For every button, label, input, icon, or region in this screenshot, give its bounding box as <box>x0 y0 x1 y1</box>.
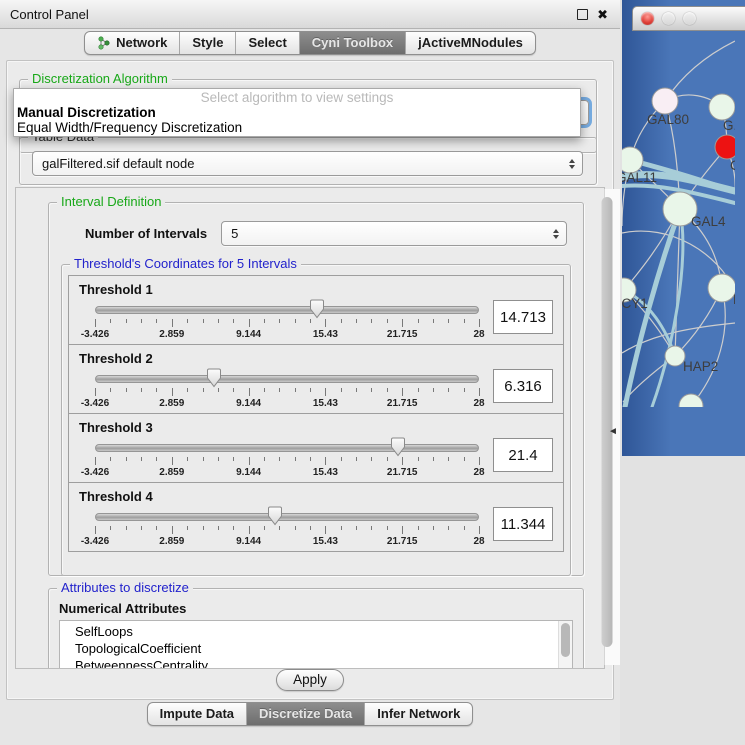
slider-ticks <box>95 526 479 535</box>
threshold-label: Threshold 4 <box>79 489 555 504</box>
minimize-traffic-light-icon[interactable] <box>662 12 675 25</box>
node-label: H <box>733 292 735 307</box>
attribute-list-item[interactable]: BetweennessCentrality <box>75 657 572 669</box>
threshold-panel: Threshold 4 -3.4262.8599.14415.4321.7152… <box>68 482 564 552</box>
slider-ticks <box>95 457 479 466</box>
attributes-group: Attributes to discretize Numerical Attri… <box>48 588 584 669</box>
threshold-panel: Threshold 2 -3.4262.8599.14415.4321.7152… <box>68 344 564 414</box>
tab-label: Network <box>116 35 167 50</box>
threshold-panel: Threshold 3 -3.4262.8599.14415.4321.7152… <box>68 413 564 483</box>
interval-definition-group: Interval Definition Number of Intervals … <box>48 202 584 576</box>
threshold-panel: Threshold 1 -3.4262.8599.14415.4321.7152… <box>68 275 564 345</box>
slider-thumb-icon[interactable] <box>268 506 283 526</box>
numerical-attributes-label: Numerical Attributes <box>59 601 583 616</box>
num-intervals-label: Number of Intervals <box>85 226 207 241</box>
slider-tick-labels: -3.4262.8599.14415.4321.71528 <box>95 398 479 410</box>
node-label: C <box>730 158 735 173</box>
network-node[interactable] <box>665 346 685 366</box>
settings-scrollpane: Interval Definition Number of Intervals … <box>15 187 605 669</box>
threshold-slider[interactable]: -3.4262.8599.14415.4321.71528 <box>95 366 479 410</box>
slider-thumb-icon[interactable] <box>207 368 222 388</box>
node-label: GCY1 <box>622 296 648 311</box>
dropdown-item-equal-width[interactable]: Equal Width/Frequency Discretization <box>14 120 580 135</box>
slider-thumb-icon[interactable] <box>391 437 406 457</box>
threshold-slider[interactable]: -3.4262.8599.14415.4321.71528 <box>95 435 479 479</box>
threshold-label: Threshold 1 <box>79 282 555 297</box>
slider-track[interactable] <box>95 513 479 521</box>
dropdown-hint: Select algorithm to view settings <box>14 89 580 105</box>
panel-title: Control Panel <box>10 7 89 22</box>
stepper-icon <box>569 159 575 169</box>
threshold-value-field[interactable]: 11.344 <box>493 507 553 541</box>
tab-network[interactable]: Network <box>85 32 179 54</box>
float-window-icon[interactable] <box>577 9 588 20</box>
node-label: GAL11 <box>622 170 657 185</box>
mouse-cursor: ◄ <box>608 426 618 437</box>
node-label: GAL4 <box>691 214 726 229</box>
bottom-tab-bar: Impute Data Discretize Data Infer Networ… <box>147 702 474 726</box>
slider-track[interactable] <box>95 306 479 314</box>
control-panel: Control Panel ✖ Network Style Select Cyn… <box>0 0 620 745</box>
stepper-icon <box>553 229 559 239</box>
group-title: Attributes to discretize <box>57 581 193 595</box>
network-canvas[interactable]: GAL80 G. C GAL11 GAL4 GCY1 H HAP2 <box>622 0 745 412</box>
group-title: Threshold's Coordinates for 5 Intervals <box>70 257 301 271</box>
tab-infer-network[interactable]: Infer Network <box>364 703 472 725</box>
threshold-label: Threshold 2 <box>79 351 555 366</box>
threshold-label: Threshold 3 <box>79 420 555 435</box>
attribute-list-item[interactable]: SelfLoops <box>75 623 572 640</box>
tab-impute-data[interactable]: Impute Data <box>148 703 246 725</box>
network-icon <box>97 36 111 50</box>
group-title: Discretization Algorithm <box>28 72 172 86</box>
top-tab-bar: Network Style Select Cyni Toolbox jActiv… <box>84 31 536 55</box>
close-icon[interactable]: ✖ <box>597 8 608 21</box>
network-node[interactable] <box>652 88 678 114</box>
list-scrollbar[interactable] <box>558 621 572 669</box>
thresholds-group: Threshold's Coordinates for 5 Intervals … <box>61 264 571 576</box>
threshold-value-field[interactable]: 14.713 <box>493 300 553 334</box>
dropdown-item-manual-discretization[interactable]: Manual Discretization <box>14 105 580 120</box>
attribute-list-item[interactable]: TopologicalCoefficient <box>75 640 572 657</box>
threshold-value-field[interactable]: 21.4 <box>493 438 553 472</box>
tab-discretize-data[interactable]: Discretize Data <box>246 703 364 725</box>
slider-ticks <box>95 319 479 328</box>
tab-jactivemnodules[interactable]: jActiveMNodules <box>405 32 535 54</box>
node-label: HAP2 <box>683 359 718 374</box>
threshold-slider[interactable]: -3.4262.8599.14415.4321.71528 <box>95 297 479 341</box>
slider-tick-labels: -3.4262.8599.14415.4321.71528 <box>95 467 479 479</box>
network-node[interactable] <box>709 94 735 120</box>
slider-thumb-icon[interactable] <box>309 299 324 319</box>
num-intervals-combobox[interactable]: 5 <box>221 221 567 246</box>
network-window: GAL80 G. C GAL11 GAL4 GCY1 H HAP2 <box>622 0 745 456</box>
numerical-attributes-list[interactable]: SelfLoopsTopologicalCoefficientBetweenne… <box>59 620 573 669</box>
node-label: GAL80 <box>647 112 689 127</box>
zoom-traffic-light-icon[interactable] <box>683 12 696 25</box>
slider-track[interactable] <box>95 444 479 452</box>
tab-select[interactable]: Select <box>235 32 298 54</box>
tab-cyni-toolbox[interactable]: Cyni Toolbox <box>299 32 405 54</box>
num-intervals-value: 5 <box>231 226 238 241</box>
network-window-titlebar[interactable] <box>632 6 745 31</box>
network-node[interactable] <box>679 394 703 407</box>
close-traffic-light-icon[interactable] <box>641 12 654 25</box>
network-node[interactable] <box>715 135 735 159</box>
group-title: Interval Definition <box>57 195 165 209</box>
node-label: G. <box>723 118 735 133</box>
slider-ticks <box>95 388 479 397</box>
control-panel-titlebar: Control Panel ✖ <box>0 0 620 29</box>
threshold-value-field[interactable]: 6.316 <box>493 369 553 403</box>
table-data-value: galFiltered.sif default node <box>42 156 194 171</box>
network-node[interactable] <box>708 274 735 302</box>
slider-track[interactable] <box>95 375 479 383</box>
apply-button[interactable]: Apply <box>276 669 344 691</box>
tab-style[interactable]: Style <box>179 32 235 54</box>
slider-tick-labels: -3.4262.8599.14415.4321.71528 <box>95 536 479 548</box>
table-data-group: Table Data galFiltered.sif default node <box>19 137 597 185</box>
cyni-toolbox-panel: Discretization Algorithm Select algorith… <box>6 60 614 700</box>
table-data-combobox[interactable]: galFiltered.sif default node <box>32 151 583 176</box>
slider-tick-labels: -3.4262.8599.14415.4321.71528 <box>95 329 479 341</box>
threshold-slider[interactable]: -3.4262.8599.14415.4321.71528 <box>95 504 479 548</box>
algorithm-dropdown-popup: Select algorithm to view settings Manual… <box>13 88 581 137</box>
